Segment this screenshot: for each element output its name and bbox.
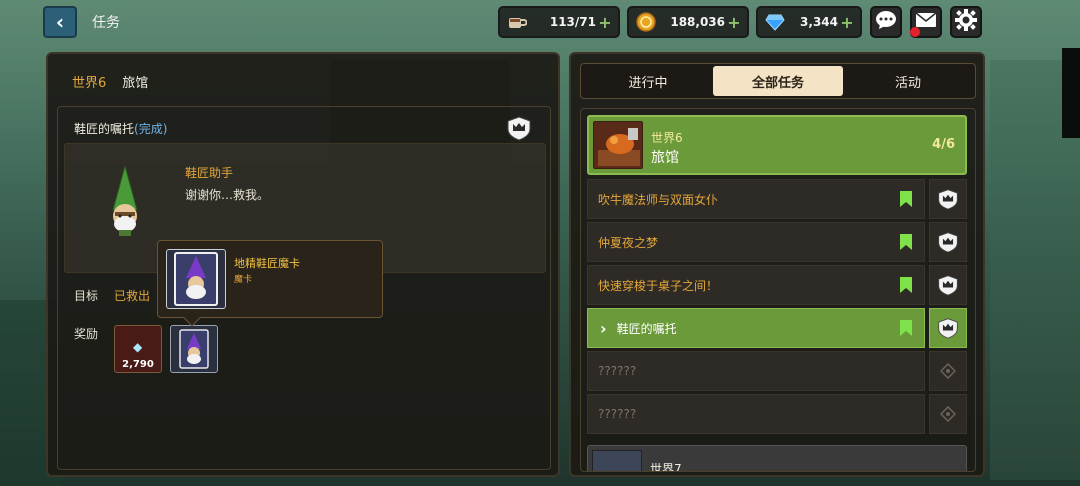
quest-row-main[interactable]: ?????? [587, 351, 925, 391]
add-coffee-button[interactable]: + [596, 13, 614, 32]
world-header-progress: 4/6 [932, 137, 955, 152]
quest-status: (完成) [134, 122, 168, 136]
quest-row-locked[interactable]: ?????? [587, 394, 967, 434]
quest-row-label: ?????? [598, 364, 637, 378]
back-arrow-icon: ‹ [55, 10, 65, 34]
add-gold-button[interactable]: + [725, 13, 743, 32]
npc-dialog-text: 谢谢你…救我。 [185, 188, 270, 202]
tab-events[interactable]: 活动 [843, 66, 973, 96]
world-header-area: 旅馆 [651, 150, 679, 166]
quest-row[interactable]: 吹牛魔法师与双面女仆 [587, 179, 967, 219]
gem-value: 3,344 [800, 15, 838, 29]
gold-coin-icon [635, 11, 657, 33]
world-group-header[interactable]: 世界6 旅馆 4/6 [587, 115, 967, 175]
notification-dot [910, 27, 920, 37]
gem-icon [764, 11, 786, 33]
npc-name: 鞋匠助手 [185, 166, 234, 180]
breadcrumb-world: 世界6 [72, 76, 107, 91]
quest-detail-panel: 世界6 旅馆 鞋匠的嘱托(完成) 鞋匠助手 谢谢你…救我。 目标 已救出 奖励 … [46, 52, 560, 477]
next-world-label: 世界7 [650, 462, 682, 472]
add-gem-button[interactable]: + [838, 13, 856, 32]
coffee-cup-icon [506, 11, 528, 33]
gold-resource: 188,036 + [627, 6, 749, 38]
gnome-npc-portrait [105, 164, 145, 242]
gnome-card-icon [179, 329, 209, 369]
back-button[interactable]: ‹ [43, 6, 77, 38]
breadcrumb-area: 旅馆 [122, 76, 149, 91]
quest-title: 鞋匠的嘱托(完成) [74, 120, 167, 137]
quest-row-label: 鞋匠的嘱托 [616, 321, 677, 336]
quest-row-label: 快速穿梭于桌子之间！ [598, 278, 719, 293]
quest-row-locked[interactable]: ?????? [587, 351, 967, 391]
reward-label: 奖励 [74, 327, 99, 341]
tooltip-card-image [166, 249, 226, 309]
bookmark-icon [900, 277, 912, 293]
crown-emblem-icon [505, 115, 533, 145]
quest-list: 世界6 旅馆 4/6 吹牛魔法师与双面女仆 仲夏夜之梦 快速穿梭于桌子之间！ ›… [580, 108, 976, 472]
gold-value: 188,036 [670, 15, 725, 29]
quest-row-label: 仲夏夜之梦 [598, 235, 659, 250]
world-group-header-next[interactable]: 世界7 [587, 445, 967, 472]
chat-icon [875, 10, 897, 34]
coffee-value: 113/71 [549, 15, 596, 29]
goal-label: 目标 [74, 289, 99, 303]
tab-in-progress[interactable]: 进行中 [583, 66, 713, 96]
locked-diamond-icon [929, 394, 967, 434]
reward-gem-item[interactable]: ◆ 2,790 [114, 325, 162, 373]
quest-row-main[interactable]: ?????? [587, 394, 925, 434]
chat-button[interactable] [870, 6, 902, 38]
breadcrumb: 世界6 旅馆 [72, 72, 148, 91]
locked-diamond-icon [929, 351, 967, 391]
background-block [1062, 48, 1080, 138]
quest-row-label: ?????? [598, 407, 637, 421]
tooltip-item-name: 地精鞋匠魔卡 [234, 257, 300, 270]
crown-emblem-icon[interactable] [929, 265, 967, 305]
settings-button[interactable] [950, 6, 982, 38]
world-thumbnail [593, 121, 643, 169]
quest-row-main[interactable]: 快速穿梭于桌子之间！ [587, 265, 925, 305]
crown-emblem-icon[interactable] [929, 308, 967, 348]
crown-emblem-icon[interactable] [929, 222, 967, 262]
quest-row[interactable]: 仲夏夜之梦 [587, 222, 967, 262]
reward-card-item[interactable] [170, 325, 218, 373]
reward-gem-count: 2,790 [122, 359, 154, 370]
coffee-resource: 113/71 + [498, 6, 620, 38]
quest-list-panel: 进行中 全部任务 活动 世界6 旅馆 4/6 吹牛魔法师与双面女仆 仲夏夜之梦 [569, 52, 985, 477]
quest-row-main[interactable]: 吹牛魔法师与双面女仆 [587, 179, 925, 219]
quest-title-text: 鞋匠的嘱托 [74, 122, 135, 136]
gem-resource: 3,344 + [756, 6, 862, 38]
world-header-world: 世界6 [651, 131, 683, 145]
item-tooltip: 地精鞋匠魔卡 魔卡 [157, 240, 383, 327]
goal-value: 已救出 [114, 289, 151, 303]
tab-all-quests[interactable]: 全部任务 [713, 66, 843, 96]
bookmark-icon [900, 191, 912, 207]
quest-row[interactable]: 快速穿梭于桌子之间！ [587, 265, 967, 305]
bookmark-icon [900, 234, 912, 250]
page-title: 任务 [92, 15, 120, 31]
bookmark-icon [900, 320, 912, 336]
quest-row-selected[interactable]: › 鞋匠的嘱托 [587, 308, 967, 348]
quest-row-label: 吹牛魔法师与双面女仆 [598, 192, 719, 207]
crown-emblem-icon[interactable] [929, 179, 967, 219]
gnome-card-icon [174, 252, 218, 306]
quest-row-main[interactable]: › 鞋匠的嘱托 [587, 308, 925, 348]
tooltip-item-type: 魔卡 [234, 275, 253, 285]
chevron-right-icon: › [600, 318, 607, 338]
gem-icon: ◆ [133, 340, 143, 354]
gear-icon [955, 9, 977, 35]
quest-tabs: 进行中 全部任务 活动 [580, 63, 976, 99]
quest-row-main[interactable]: 仲夏夜之梦 [587, 222, 925, 262]
world-thumbnail [592, 450, 642, 471]
